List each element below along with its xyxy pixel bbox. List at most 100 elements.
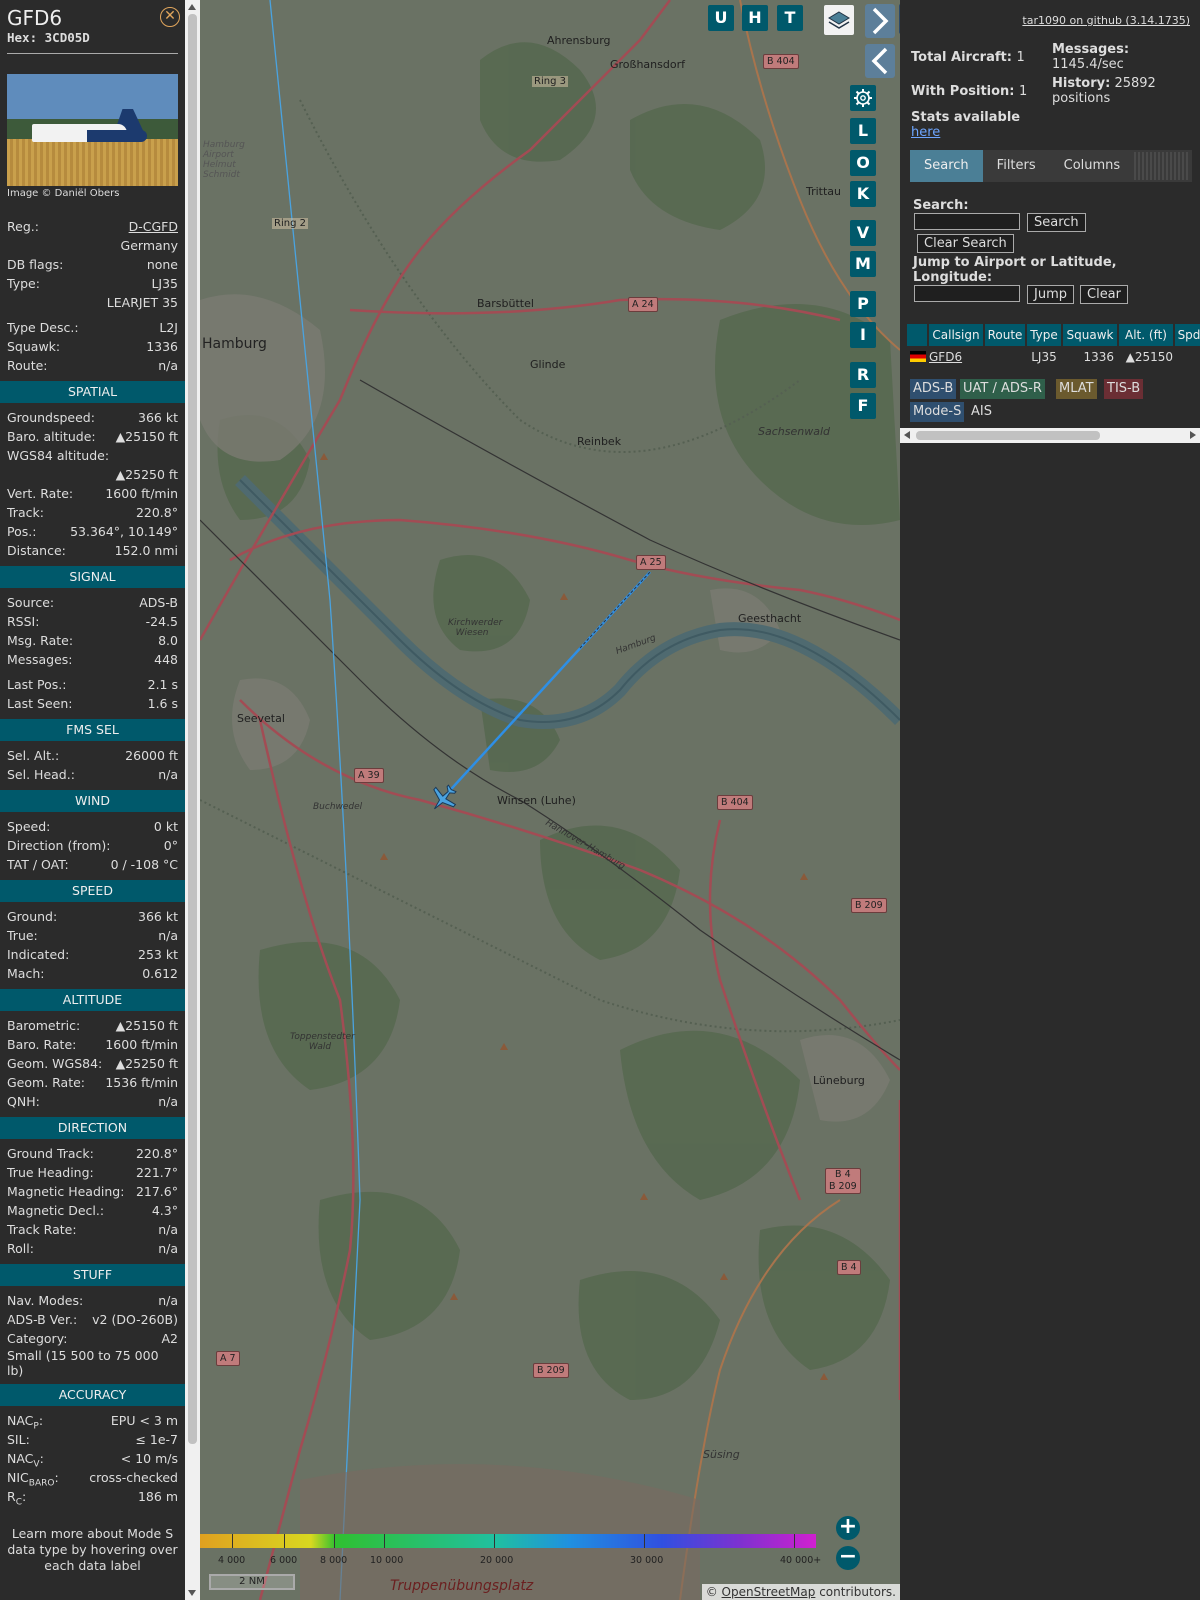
detail-row-rssi: RSSI: -24.5	[0, 612, 185, 631]
map-label-reinbek: Reinbek	[577, 435, 622, 448]
github-link[interactable]: tar1090 on github (3.14.1735)	[1022, 14, 1190, 27]
detail-label[interactable]: Distance:	[7, 541, 66, 560]
tab-filters[interactable]: Filters	[983, 150, 1050, 182]
map-button-o[interactable]: O	[850, 150, 876, 176]
map-button-l[interactable]: L	[850, 118, 876, 144]
detail-label[interactable]: Speed:	[7, 817, 50, 836]
detail-label[interactable]: True Heading:	[7, 1163, 94, 1182]
column-header-type[interactable]: Type	[1027, 324, 1063, 346]
search-button[interactable]: Search	[1027, 213, 1086, 232]
detail-label[interactable]: Geom. WGS84:	[7, 1054, 102, 1073]
detail-label[interactable]: Last Seen:	[7, 694, 72, 713]
detail-label[interactable]: Sel. Alt.:	[7, 746, 59, 765]
column-header-flag[interactable]	[907, 324, 929, 346]
column-header-callsign[interactable]: Callsign	[929, 324, 985, 346]
layers-icon[interactable]	[824, 5, 854, 35]
map-button-f[interactable]: F	[850, 393, 876, 419]
detail-label[interactable]: Baro. altitude:	[7, 427, 96, 446]
detail-label[interactable]: True:	[7, 926, 38, 945]
search-input[interactable]	[914, 213, 1020, 230]
info-value: none	[146, 257, 178, 272]
table-horizontal-scrollbar[interactable]	[900, 428, 1200, 443]
detail-label[interactable]: Baro. Rate:	[7, 1035, 76, 1054]
detail-label[interactable]: Nav. Modes:	[7, 1291, 83, 1310]
detail-label[interactable]: Vert. Rate:	[7, 484, 73, 503]
detail-label[interactable]: Msg. Rate:	[7, 631, 73, 650]
callsign-cell[interactable]: GFD6	[929, 346, 985, 368]
detail-label[interactable]: Roll:	[7, 1239, 34, 1258]
detail-label[interactable]: Magnetic Heading:	[7, 1182, 124, 1201]
map-button-m[interactable]: M	[850, 251, 876, 277]
detail-label[interactable]: Direction (from):	[7, 836, 111, 855]
map-button-t[interactable]: T	[777, 5, 803, 31]
jump-input[interactable]	[914, 285, 1020, 302]
expand-right-button[interactable]	[865, 4, 895, 38]
zoom-in-icon[interactable]: +	[836, 1516, 860, 1540]
detail-label[interactable]: Ground Track:	[7, 1144, 94, 1163]
detail-label[interactable]: Indicated:	[7, 945, 69, 964]
detail-label[interactable]: Last Pos.:	[7, 675, 66, 694]
detail-label[interactable]: Track Rate:	[7, 1220, 77, 1239]
map-view[interactable]: Ahrensburg Großhansdorf Trittau Barsbütt…	[200, 0, 900, 1600]
map-button-k[interactable]: K	[850, 181, 876, 207]
clear-button[interactable]: Clear	[1080, 285, 1128, 304]
detail-label[interactable]: Geom. Rate:	[7, 1073, 85, 1092]
scroll-up-arrow-icon[interactable]	[188, 4, 196, 10]
map-button-u[interactable]: U	[708, 5, 734, 31]
detail-label[interactable]: Ground:	[7, 907, 57, 926]
osm-link[interactable]: OpenStreetMap	[722, 1585, 816, 1599]
jump-button[interactable]: Jump	[1027, 285, 1074, 304]
map-button-r[interactable]: R	[850, 362, 876, 388]
info-value: LEARJET 35	[106, 295, 178, 310]
detail-label[interactable]: NACV:	[7, 1449, 44, 1470]
detail-label[interactable]: Category:	[7, 1329, 67, 1348]
collapse-left-button[interactable]	[865, 44, 895, 78]
altitude-tick-label: 8 000	[320, 1555, 348, 1566]
detail-label[interactable]: Barometric:	[7, 1016, 80, 1035]
map-button-v[interactable]: V	[850, 220, 876, 246]
close-icon[interactable]: ✕	[160, 7, 180, 27]
tab-columns[interactable]: Columns	[1050, 150, 1135, 182]
detail-label[interactable]: Track:	[7, 503, 44, 522]
map-button-h[interactable]: H	[742, 5, 768, 31]
detail-label[interactable]: RSSI:	[7, 612, 39, 631]
settings-gear-icon[interactable]	[850, 85, 876, 111]
detail-label[interactable]: TAT / OAT:	[7, 855, 69, 874]
scroll-left-arrow-icon[interactable]	[904, 431, 910, 439]
detail-value: 366 kt	[138, 410, 178, 425]
detail-label[interactable]: NICBARO:	[7, 1468, 59, 1489]
column-header-spd[interactable]: Spd	[1175, 324, 1200, 346]
registration-link[interactable]: D-CGFD	[129, 217, 178, 236]
detail-label[interactable]: Sel. Head.:	[7, 765, 75, 784]
detail-label[interactable]: Groundspeed:	[7, 408, 95, 427]
detail-label[interactable]: Source:	[7, 593, 54, 612]
column-header-alt-ft[interactable]: Alt. (ft)	[1119, 324, 1175, 346]
map-button-p[interactable]: P	[850, 291, 876, 317]
detail-label[interactable]: Messages:	[7, 650, 73, 669]
stats-here-link[interactable]: here	[911, 125, 940, 140]
map-button-i[interactable]: I	[850, 322, 876, 348]
table-row[interactable]: GFD6 LJ35 1336 ▲25150	[907, 346, 1200, 368]
detail-label[interactable]: WGS84 altitude:	[7, 446, 109, 465]
detail-label[interactable]: Mach:	[7, 964, 44, 983]
aircraft-marker-icon[interactable]	[428, 784, 458, 814]
detail-label[interactable]: RC:	[7, 1487, 26, 1508]
detail-label[interactable]: Magnetic Decl.:	[7, 1201, 104, 1220]
detail-label[interactable]: Pos.:	[7, 522, 36, 541]
column-header-squawk[interactable]: Squawk	[1063, 324, 1119, 346]
clear-search-button[interactable]: Clear Search	[917, 234, 1014, 253]
scroll-down-arrow-icon[interactable]	[188, 1590, 196, 1596]
aircraft-photo[interactable]	[7, 74, 178, 186]
detail-label[interactable]: SIL:	[7, 1430, 30, 1449]
tab-search[interactable]: Search	[910, 150, 983, 182]
column-header-route[interactable]: Route	[985, 324, 1027, 346]
hscroll-thumb[interactable]	[916, 431, 1100, 440]
scrollbar-thumb[interactable]	[188, 14, 197, 1444]
zoom-out-icon[interactable]: −	[836, 1546, 860, 1570]
detail-label[interactable]: ADS-B Ver.:	[7, 1310, 77, 1329]
detail-label[interactable]: QNH:	[7, 1092, 40, 1111]
scroll-right-arrow-icon[interactable]	[1190, 431, 1196, 439]
sidebar-scrollbar[interactable]	[185, 0, 200, 1600]
detail-label[interactable]: NACP:	[7, 1411, 43, 1432]
callsign-link[interactable]: GFD6	[929, 350, 962, 364]
